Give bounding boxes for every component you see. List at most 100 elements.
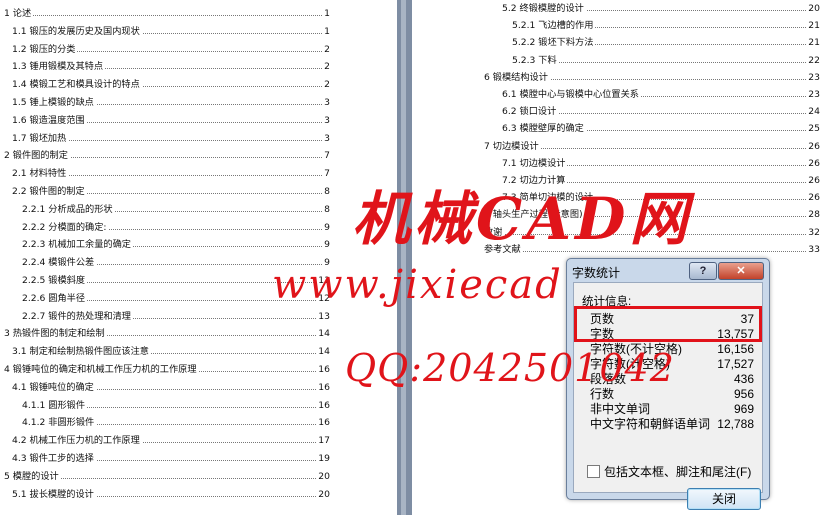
statistic-row: 中文字符和朝鲜语单词 12,788 — [590, 417, 754, 432]
toc-entry[interactable]: 2.2.1 分析成品的形状 8 — [22, 202, 330, 217]
toc-entry[interactable]: 3 热锻件图的制定和绘制 14 — [4, 327, 330, 342]
toc-entry[interactable]: 7.2 切边力计算 26 — [502, 174, 820, 188]
toc-page-number: 26 — [806, 174, 820, 188]
toc-entry[interactable]: 6.3 模膛壁厚的确定 25 — [502, 122, 820, 137]
toc-page-number: 19 — [316, 452, 330, 466]
toc-entry[interactable]: 4.1 锻锤吨位的确定 16 — [12, 380, 330, 395]
toc-entry[interactable]: 1.4 模锻工艺和模具设计的特点 2 — [12, 78, 330, 93]
toc-entry-title: 7.3 简单切边模的设计 — [502, 191, 596, 206]
toc-entry[interactable]: 1.3 锤用锻模及其特点 2 — [12, 60, 330, 75]
toc-entry[interactable]: 2.2.4 模锻件公差 9 — [22, 256, 330, 271]
statistic-row: 字符数(计空格) 17,527 — [590, 357, 754, 372]
toc-page-number: 1 — [322, 7, 330, 21]
toc-page-number: 9 — [322, 220, 330, 235]
toc-leader-dots — [484, 233, 820, 235]
statistic-row: 非中文单词 969 — [590, 402, 754, 417]
toc-page-number: 8 — [322, 185, 330, 199]
toc-entry[interactable]: 1.7 锻坯加热 3 — [12, 131, 330, 146]
toc-page-number: 3 — [322, 113, 330, 128]
statistic-value: 969 — [733, 402, 754, 416]
include-textboxes-checkbox[interactable]: 包括文本框、脚注和尾注(F) — [587, 463, 751, 480]
toc-entry[interactable]: 1.2 锻压的分类 2 — [12, 42, 330, 57]
help-button[interactable]: ? — [689, 262, 717, 280]
toc-entry[interactable]: 4.1.2 非圆形锻件 16 — [22, 416, 330, 431]
toc-entry-title: 2.2.3 机械加工余量的确定 — [22, 238, 133, 253]
toc-page-number: 9 — [322, 256, 330, 271]
toc-entry-title: 2.2.2 分模面的确定: — [22, 220, 109, 235]
toc-entry-title: 6 锻模结构设计 — [484, 70, 550, 85]
toc-page-number: 20 — [316, 469, 330, 484]
toc-entry-title: 2.2.5 锻模斜度 — [22, 274, 88, 288]
toc-page-number: 11 — [316, 274, 330, 288]
toc-entry[interactable]: 2.2.2 分模面的确定: 9 — [22, 220, 330, 235]
toc-entry-title: 5.1 拔长模膛的设计 — [12, 487, 96, 502]
toc-entry[interactable]: 2.2.6 圆角半径 12 — [22, 291, 330, 306]
toc-entry-title: 3 热锻件图的制定和绘制 — [4, 327, 107, 342]
toc-entry[interactable]: 7 切边模设计 26 — [484, 139, 820, 154]
toc-entry[interactable]: 4 锻锤吨位的确定和机械工作压力机的工作原理 16 — [4, 363, 330, 377]
toc-entry[interactable]: 5.2 终锻模膛的设计 20 — [502, 2, 820, 16]
toc-entry-title: 2.2.4 模锻件公差 — [22, 256, 97, 271]
toc-entry[interactable]: 8 轴头生产过程(示意图) 28 — [484, 208, 820, 223]
checkbox-box[interactable] — [587, 465, 600, 478]
toc-page-number: 16 — [316, 416, 330, 431]
toc-entry-title: 5.2 终锻模膛的设计 — [502, 2, 586, 16]
toc-entry[interactable]: 致谢 32 — [484, 225, 820, 240]
statistic-label: 段落数 — [590, 372, 627, 386]
toc-entry[interactable]: 5.2.2 锻坯下料方法 21 — [512, 36, 820, 51]
toc-entry[interactable]: 1.1 锻压的发展历史及国内现状 1 — [12, 24, 330, 39]
toc-entry[interactable]: 6.2 锁口设计 24 — [502, 105, 820, 120]
toc-entry[interactable]: 3.1 制定和绘制热锻件图应该注意 14 — [12, 345, 330, 360]
toc-page-number: 24 — [806, 105, 820, 120]
toc-entry[interactable]: 5.1 拔长模膛的设计 20 — [12, 487, 330, 502]
close-button[interactable]: 关闭 — [687, 488, 761, 510]
toc-leader-dots — [484, 250, 820, 252]
toc-entry[interactable]: 2.2.7 锻件的热处理和清理 13 — [22, 309, 330, 324]
toc-entry[interactable]: 2.2 锻件图的制定 8 — [12, 185, 330, 199]
toc-entry[interactable]: 5.2.3 下料 22 — [512, 53, 820, 68]
toc-entry[interactable]: 6 锻模结构设计 23 — [484, 70, 820, 85]
toc-entry[interactable]: 7.3 简单切边模的设计 26 — [502, 191, 820, 206]
toc-page-number: 1 — [322, 24, 330, 39]
toc-page-number: 2 — [322, 42, 330, 57]
toc-page-number: 14 — [316, 345, 330, 360]
toc-entry-title: 1.4 模锻工艺和模具设计的特点 — [12, 78, 142, 93]
toc-entry[interactable]: 2.2.5 锻模斜度 11 — [22, 274, 330, 288]
toc-entry[interactable]: 6.1 模膛中心与锻模中心位置关系 23 — [502, 88, 820, 102]
toc-entry-title: 1.2 锻压的分类 — [12, 42, 78, 57]
toc-entry-title: 8 轴头生产过程(示意图) — [484, 208, 585, 223]
statistic-row: 字符数(不计空格) 16,156 — [590, 342, 754, 357]
toc-entry-title: 1.3 锤用锻模及其特点 — [12, 60, 106, 75]
toc-entry[interactable]: 4.1.1 圆形锻件 16 — [22, 398, 330, 413]
toc-entry[interactable]: 5.2.1 飞边槽的作用 21 — [512, 19, 820, 34]
toc-page-number: 21 — [806, 36, 820, 51]
toc-entry[interactable]: 1.6 锻造温度范围 3 — [12, 113, 330, 128]
toc-entry-title: 1.1 锻压的发展历史及国内现状 — [12, 24, 142, 39]
toc-page-number: 26 — [806, 191, 820, 206]
toc-entry[interactable]: 参考文献 33 — [484, 242, 820, 257]
toc-entry[interactable]: 2.1 材料特性 7 — [12, 167, 330, 182]
toc-page-number: 26 — [806, 139, 820, 154]
toc-entry-title: 7.2 切边力计算 — [502, 174, 568, 188]
toc-entry[interactable]: 2 锻件图的制定 7 — [4, 149, 330, 164]
statistic-row: 行数 956 — [590, 387, 754, 402]
toc-entry[interactable]: 7.1 切边模设计 26 — [502, 156, 820, 171]
toc-entry-title: 5.2.1 飞边槽的作用 — [512, 19, 596, 34]
toc-page-number: 17 — [316, 434, 330, 449]
toc-entry-title: 1.7 锻坯加热 — [12, 131, 69, 146]
word-count-dialog: 字数统计 ? ✕ 统计信息: 页数 37 字数 13,757 字符数(不计空格) 16,1… — [566, 258, 770, 510]
toc-page-number: 22 — [806, 53, 820, 68]
toc-entry-title: 1.6 锻造温度范围 — [12, 113, 87, 128]
toc-entry[interactable]: 1 论述 1 — [4, 7, 330, 21]
toc-entry[interactable]: 5 模膛的设计 20 — [4, 469, 330, 484]
close-icon[interactable]: ✕ — [718, 262, 764, 280]
toc-entry-title: 1 论述 — [4, 7, 34, 21]
toc-entry[interactable]: 4.3 锻件工步的选择 19 — [12, 452, 330, 466]
toc-entry[interactable]: 1.5 锤上模锻的缺点 3 — [12, 96, 330, 110]
toc-page-number: 20 — [316, 487, 330, 502]
toc-entry-title: 7.1 切边模设计 — [502, 156, 568, 171]
toc-leader-dots — [4, 15, 330, 16]
toc-page-number: 7 — [322, 167, 330, 182]
toc-entry[interactable]: 2.2.3 机械加工余量的确定 9 — [22, 238, 330, 253]
toc-entry[interactable]: 4.2 机械工作压力机的工作原理 17 — [12, 434, 330, 449]
